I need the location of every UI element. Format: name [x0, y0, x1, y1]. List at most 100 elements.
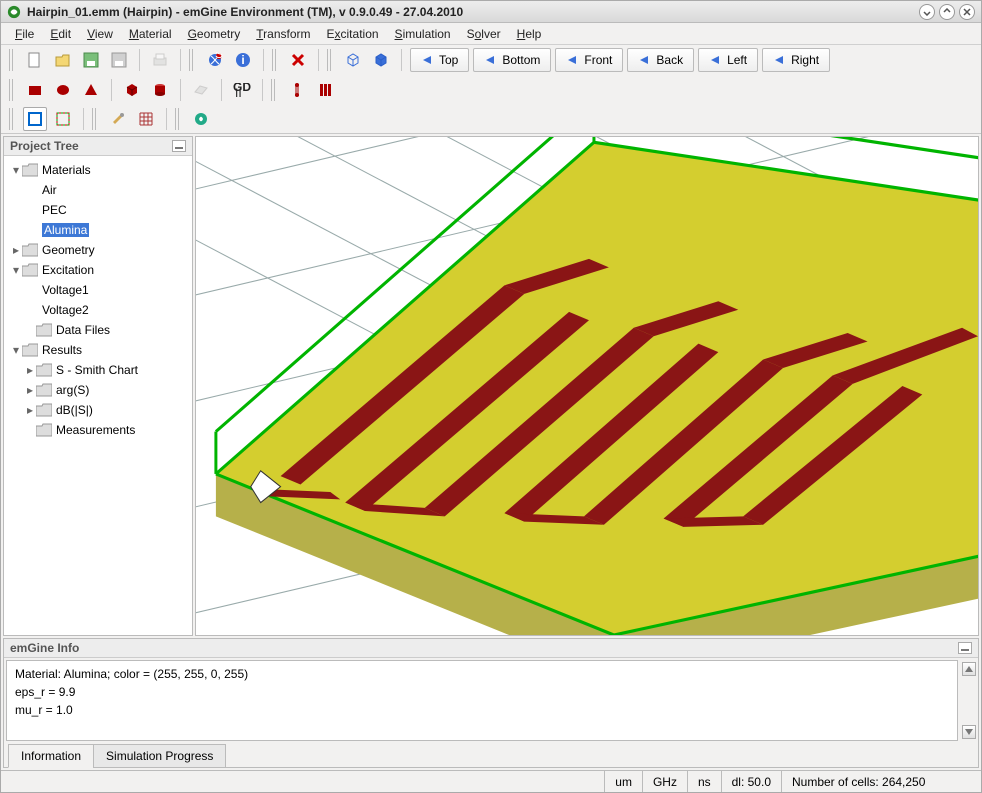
close-button[interactable] — [959, 4, 975, 20]
view-back-button[interactable]: Back — [627, 48, 694, 72]
view-top-label: Top — [439, 53, 458, 67]
bbox-multi-button[interactable] — [51, 107, 75, 131]
window-title: Hairpin_01.emm (Hairpin) - emGine Enviro… — [27, 5, 919, 19]
menubar: FFileile Edit View Material Geometry Tra… — [1, 23, 981, 45]
run-button[interactable] — [189, 107, 213, 131]
bbox-blue-button[interactable] — [23, 107, 47, 131]
tree-node-datafiles[interactable]: Data Files — [6, 320, 190, 340]
menu-file[interactable]: FFileile — [9, 25, 40, 43]
status-units-freq: GHz — [642, 771, 687, 792]
view-bottom-label: Bottom — [502, 53, 540, 67]
tree-node-alumina[interactable]: Alumina — [6, 220, 190, 240]
project-tree-panel: Project Tree ▾Materials Air PEC Alumina … — [3, 136, 193, 636]
gds-button[interactable]: GDSII — [230, 78, 254, 102]
wireframe-button[interactable] — [341, 48, 365, 72]
status-units-time: ns — [687, 771, 721, 792]
saveas-button[interactable] — [107, 48, 131, 72]
mesh-button[interactable] — [134, 107, 158, 131]
project-tree[interactable]: ▾Materials Air PEC Alumina ▸Geometry ▾Ex… — [4, 156, 192, 635]
svg-text:i: i — [241, 53, 244, 67]
status-units-length: um — [604, 771, 642, 792]
tree-node-excitation[interactable]: ▾Excitation — [6, 260, 190, 280]
tree-node-voltage1[interactable]: Voltage1 — [6, 280, 190, 300]
status-dl: dl: 50.0 — [721, 771, 781, 792]
toolbar-handle[interactable] — [9, 108, 15, 130]
toolbar-handle[interactable] — [271, 79, 277, 101]
shape-box-button[interactable] — [23, 78, 47, 102]
info-button[interactable]: i — [231, 48, 255, 72]
info-panel-title: emGine Info — [10, 641, 79, 655]
view-top-button[interactable]: Top — [410, 48, 469, 72]
scroll-down-button[interactable] — [962, 725, 976, 739]
info-line-1: Material: Alumina; color = (255, 255, 0,… — [15, 665, 949, 683]
port-button[interactable] — [285, 78, 309, 102]
menu-transform[interactable]: Transform — [250, 25, 316, 43]
svg-text:S: S — [215, 52, 223, 61]
tree-node-dbs[interactable]: ▸dB(|S|) — [6, 400, 190, 420]
shape-cylinder3d-button[interactable] — [148, 78, 172, 102]
tree-node-args[interactable]: ▸arg(S) — [6, 380, 190, 400]
project-tree-title: Project Tree — [10, 139, 79, 153]
info-tabs: Information Simulation Progress — [4, 743, 978, 767]
solid-button[interactable] — [369, 48, 393, 72]
maximize-button[interactable] — [939, 4, 955, 20]
shape-cube3d-button[interactable] — [120, 78, 144, 102]
toolbar-handle[interactable] — [327, 49, 333, 71]
waveguide-button[interactable] — [313, 78, 337, 102]
menu-simulation[interactable]: Simulation — [389, 25, 457, 43]
statusbar: um GHz ns dl: 50.0 Number of cells: 264,… — [1, 770, 981, 792]
tree-node-materials[interactable]: ▾Materials — [6, 160, 190, 180]
menu-material[interactable]: Material — [123, 25, 178, 43]
view-right-button[interactable]: Right — [762, 48, 830, 72]
tree-node-results[interactable]: ▾Results — [6, 340, 190, 360]
settings-button[interactable] — [106, 107, 130, 131]
tree-node-geometry[interactable]: ▸Geometry — [6, 240, 190, 260]
menu-excitation[interactable]: Excitation — [321, 25, 385, 43]
shape-cone-button[interactable] — [79, 78, 103, 102]
print-button[interactable] — [148, 48, 172, 72]
toolbar-handle[interactable] — [92, 108, 98, 130]
toolbar-handle[interactable] — [9, 49, 15, 71]
delete-button[interactable] — [286, 48, 310, 72]
open-button[interactable] — [51, 48, 75, 72]
tree-node-pec[interactable]: PEC — [6, 200, 190, 220]
panel-minimize-button[interactable] — [172, 140, 186, 152]
shape-cylinder-button[interactable] — [51, 78, 75, 102]
tree-node-smith[interactable]: ▸S - Smith Chart — [6, 360, 190, 380]
new-button[interactable] — [23, 48, 47, 72]
tree-node-air[interactable]: Air — [6, 180, 190, 200]
panel-minimize-button[interactable] — [958, 642, 972, 654]
toolbar-row-3 — [1, 105, 981, 133]
view-right-label: Right — [791, 53, 819, 67]
globe-button[interactable]: S — [203, 48, 227, 72]
toolbar-handle[interactable] — [189, 49, 195, 71]
scroll-up-button[interactable] — [962, 662, 976, 676]
menu-view[interactable]: View — [81, 25, 119, 43]
viewport-3d[interactable] — [195, 136, 979, 636]
toolbar-handle[interactable] — [175, 108, 181, 130]
tab-simulation-progress[interactable]: Simulation Progress — [93, 744, 226, 768]
info-line-2: eps_r = 9.9 — [15, 683, 949, 701]
menu-geometry[interactable]: Geometry — [182, 25, 247, 43]
view-back-label: Back — [656, 53, 683, 67]
toolbar-handle[interactable] — [9, 79, 15, 101]
toolbar-handle[interactable] — [272, 49, 278, 71]
view-left-label: Left — [727, 53, 747, 67]
toolbar-row-2: GDSII — [1, 75, 981, 105]
tree-node-voltage2[interactable]: Voltage2 — [6, 300, 190, 320]
menu-solver[interactable]: Solver — [461, 25, 507, 43]
info-text: Material: Alumina; color = (255, 255, 0,… — [6, 660, 958, 741]
tree-node-measurements[interactable]: Measurements — [6, 420, 190, 440]
app-icon — [7, 5, 21, 19]
view-bottom-button[interactable]: Bottom — [473, 48, 551, 72]
minimize-button[interactable] — [919, 4, 935, 20]
menu-edit[interactable]: Edit — [44, 25, 77, 43]
view-front-button[interactable]: Front — [555, 48, 623, 72]
view-left-button[interactable]: Left — [698, 48, 758, 72]
titlebar: Hairpin_01.emm (Hairpin) - emGine Enviro… — [1, 1, 981, 23]
shape-sheet-button[interactable] — [189, 78, 213, 102]
tab-information[interactable]: Information — [8, 744, 94, 768]
menu-help[interactable]: Help — [511, 25, 548, 43]
toolbar-row-1: S i Top Bottom Front Back Left Right — [1, 45, 981, 75]
save-button[interactable] — [79, 48, 103, 72]
